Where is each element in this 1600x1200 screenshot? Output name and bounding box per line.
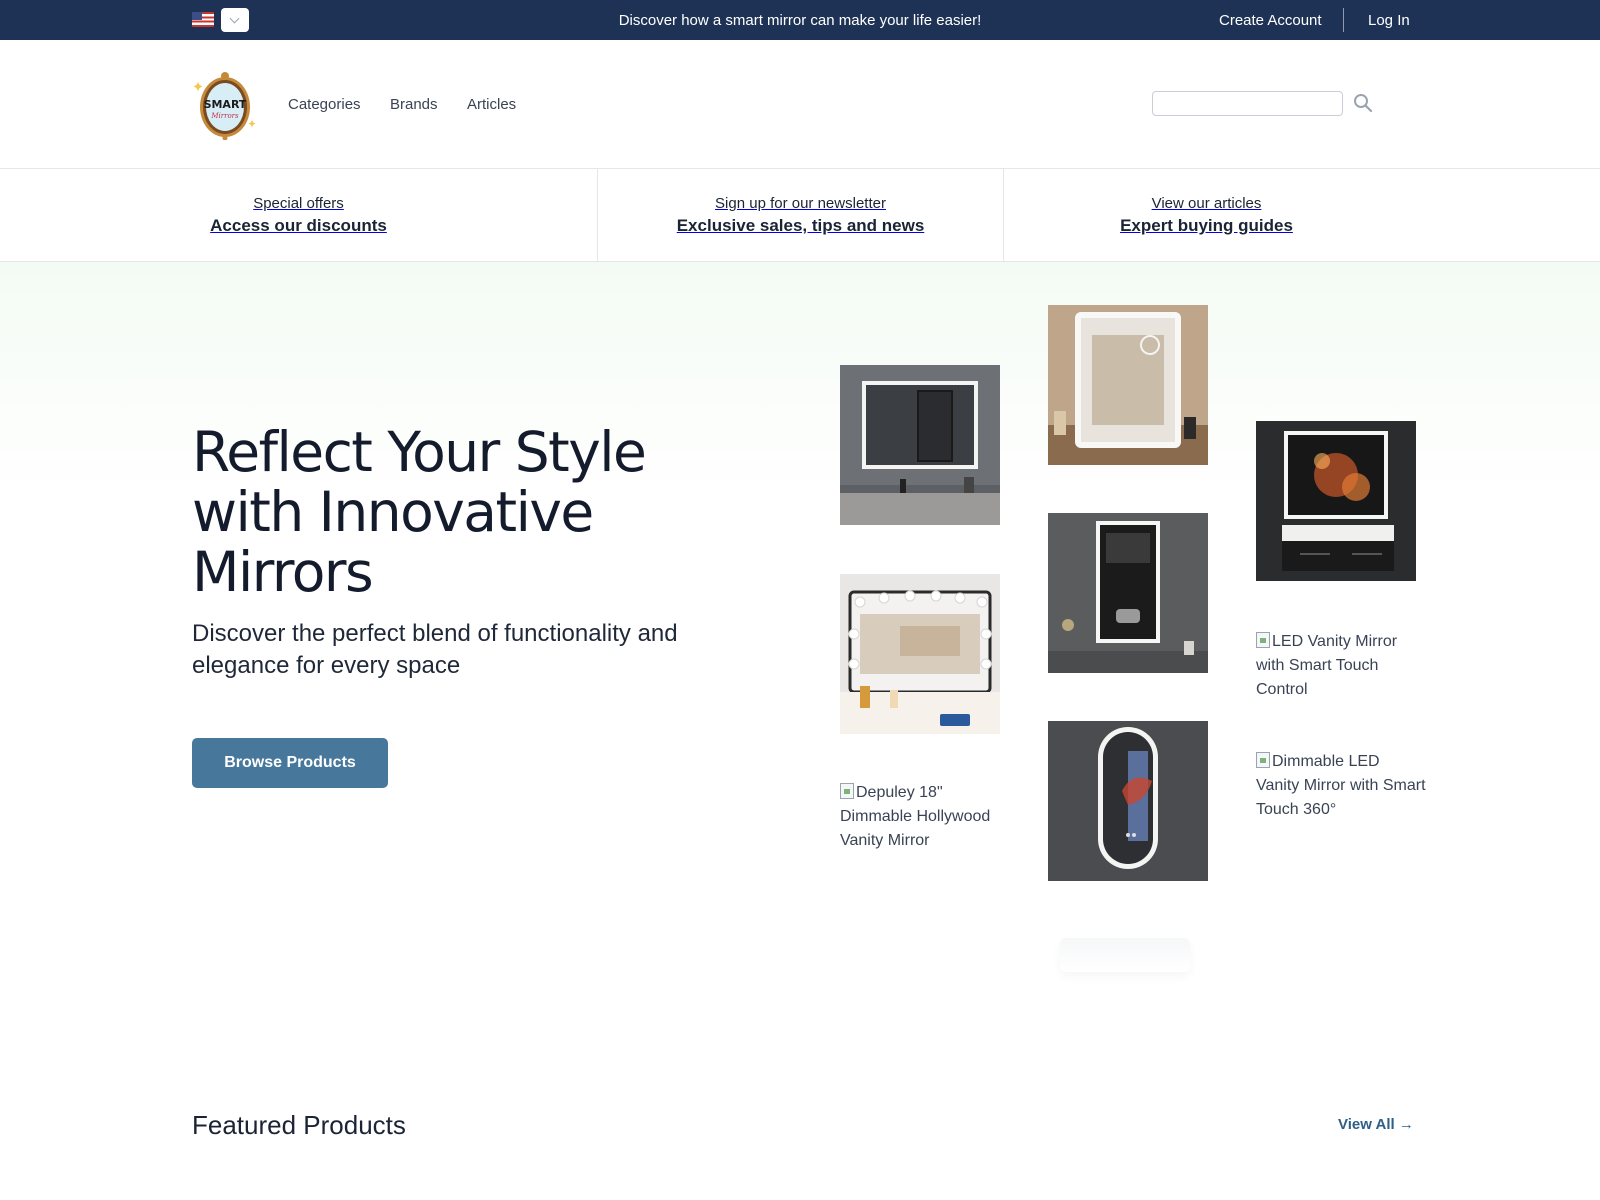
promo-newsletter[interactable]: Sign up for our newsletter Exclusive sal…: [598, 169, 1003, 261]
broken-image-icon: [840, 783, 854, 799]
top-announcement-bar: Discover how a smart mirror can make you…: [0, 0, 1600, 40]
search-icon: [1354, 94, 1373, 113]
svg-text:SMART: SMART: [204, 98, 247, 111]
svg-text:Mirrors: Mirrors: [210, 112, 239, 120]
site-header: SMART Mirrors Categories Brands Articles: [0, 40, 1600, 169]
loading-card-placeholder: [1060, 938, 1190, 972]
product-image-tabletop-makeup-mirror[interactable]: [1048, 305, 1208, 465]
site-logo[interactable]: SMART Mirrors: [192, 70, 258, 141]
broken-image-dimmable-led-mirror[interactable]: Dimmable LED Vanity Mirror with Smart To…: [1256, 750, 1426, 822]
hero-section: Reflect Your Style with Innovative Mirro…: [0, 262, 1600, 1042]
announcement-text: Discover how a smart mirror can make you…: [618, 12, 982, 29]
search-input[interactable]: [1152, 91, 1343, 116]
product-image-oval-led-mirror[interactable]: [1048, 721, 1208, 881]
promo-strip: Special offers Access our discounts Sign…: [0, 169, 1600, 262]
promo-main-text: Access our discounts: [210, 216, 387, 235]
product-image-rectangular-led-mirror[interactable]: [1048, 513, 1208, 673]
broken-image-led-vanity-mirror[interactable]: LED Vanity Mirror with Smart Touch Contr…: [1256, 630, 1426, 702]
mirror-logo-icon: SMART Mirrors: [193, 72, 256, 141]
nav-categories[interactable]: Categories: [288, 96, 361, 113]
hero-subtitle: Discover the perfect blend of functional…: [192, 620, 678, 679]
product-image-led-cabinet-mirror[interactable]: [840, 365, 1000, 525]
nav-articles[interactable]: Articles: [467, 96, 516, 113]
browse-products-button[interactable]: Browse Products: [192, 738, 388, 788]
promo-pre-text: Special offers: [253, 195, 344, 212]
login-link[interactable]: Log In: [1368, 12, 1410, 29]
broken-image-icon: [1256, 632, 1270, 648]
broken-image-alt: Dimmable LED Vanity Mirror with Smart To…: [1256, 753, 1426, 818]
promo-pre-text: View our articles: [1151, 195, 1262, 212]
promo-pre-text: Sign up for our newsletter: [715, 195, 886, 212]
topbar-divider: [1343, 8, 1344, 32]
search-button[interactable]: [1352, 92, 1374, 114]
broken-image-icon: [1256, 752, 1270, 768]
hero-title: Reflect Your Style with Innovative Mirro…: [192, 420, 647, 604]
product-image-hollywood-vanity-mirror[interactable]: [840, 574, 1000, 734]
nav-brands[interactable]: Brands: [390, 96, 438, 113]
promo-main-text: Exclusive sales, tips and news: [676, 216, 925, 235]
create-account-link[interactable]: Create Account: [1219, 12, 1322, 29]
promo-special-offers[interactable]: Special offers Access our discounts: [0, 169, 597, 261]
promo-articles[interactable]: View our articles Expert buying guides: [1004, 169, 1409, 261]
product-image-backlit-bathroom-mirror[interactable]: [1256, 421, 1416, 581]
view-all-link[interactable]: View All →: [1338, 1116, 1414, 1133]
broken-image-alt: Depuley 18" Dimmable Hollywood Vanity Mi…: [840, 784, 991, 849]
promo-main-text: Expert buying guides: [1120, 216, 1293, 235]
featured-products-heading: Featured Products: [192, 1110, 406, 1140]
broken-image-alt: LED Vanity Mirror with Smart Touch Contr…: [1256, 633, 1398, 698]
broken-image-depuley-mirror[interactable]: Depuley 18" Dimmable Hollywood Vanity Mi…: [840, 781, 1010, 853]
